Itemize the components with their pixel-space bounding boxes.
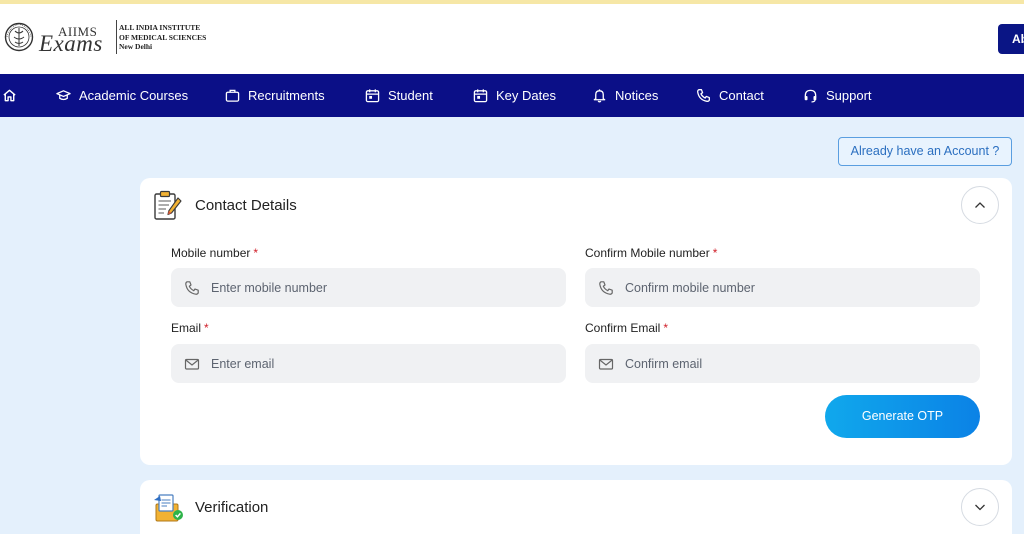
generate-otp-button[interactable]: Generate OTP xyxy=(825,395,980,438)
email-label: Email * xyxy=(171,321,209,335)
nav-label: Key Dates xyxy=(496,88,556,103)
calendar-check-icon xyxy=(473,89,488,103)
confirm-email-label: Confirm Email * xyxy=(585,321,668,335)
verification-title: Verification xyxy=(195,499,269,516)
mobile-number-field[interactable] xyxy=(171,268,566,307)
contact-details-title: Contact Details xyxy=(195,197,297,214)
nav-academic-courses[interactable]: Academic Courses xyxy=(56,74,188,117)
confirm-mobile-number-field[interactable] xyxy=(585,268,980,307)
contact-card-collapse-button[interactable] xyxy=(961,186,999,224)
nav-notices[interactable]: Notices xyxy=(592,74,658,117)
nav-student[interactable]: Student xyxy=(365,74,433,117)
nav-label: Notices xyxy=(615,88,659,103)
home-icon xyxy=(3,89,16,102)
email-field[interactable] xyxy=(171,344,566,383)
mobile-number-input[interactable] xyxy=(211,280,551,295)
institute-line-3: New Delhi xyxy=(119,42,153,51)
bell-icon xyxy=(593,89,606,103)
already-have-account-button[interactable]: Already have an Account ? xyxy=(838,137,1012,166)
required-asterisk: * xyxy=(253,246,259,260)
confirm-email-input[interactable] xyxy=(625,356,965,371)
nav-key-dates[interactable]: Key Dates xyxy=(473,74,556,117)
email-label-text: Email xyxy=(171,321,202,335)
mobile-number-label: Mobile number * xyxy=(171,246,258,260)
mail-icon xyxy=(184,358,200,370)
verification-card: Verification xyxy=(140,480,1012,534)
confirm-email-field[interactable] xyxy=(585,344,980,383)
nav-label: Academic Courses xyxy=(79,88,189,103)
institute-line-2: OF MEDICAL SCIENCES xyxy=(119,32,207,42)
required-asterisk: * xyxy=(663,321,669,335)
confirm-mobile-number-label-text: Confirm Mobile number xyxy=(585,246,710,260)
clipboard-pencil-icon xyxy=(154,190,182,220)
document-check-icon xyxy=(154,494,183,522)
phone-icon xyxy=(697,89,710,102)
chevron-up-icon xyxy=(975,202,985,208)
header-about-button[interactable]: Ab xyxy=(998,24,1024,54)
mobile-number-label-text: Mobile number xyxy=(171,246,251,260)
aiims-exams-logo[interactable]: AIIMS Exams ALL INDIA INSTITUTE OF MEDIC… xyxy=(4,20,214,60)
confirm-mobile-number-label: Confirm Mobile number * xyxy=(585,246,717,260)
nav-label: Student xyxy=(388,88,433,103)
nav-label: Recruitments xyxy=(248,88,325,103)
institute-name: ALL INDIA INSTITUTE OF MEDICAL SCIENCES … xyxy=(119,23,206,52)
verification-card-expand-button[interactable] xyxy=(961,488,999,526)
headset-icon xyxy=(804,89,817,103)
chevron-down-icon xyxy=(975,504,985,511)
institute-line-1: ALL INDIA INSTITUTE xyxy=(119,23,201,32)
required-asterisk: * xyxy=(204,321,209,335)
confirm-mobile-number-input[interactable] xyxy=(625,280,965,295)
nav-home[interactable] xyxy=(2,74,17,117)
required-asterisk: * xyxy=(712,246,718,260)
nav-recruitments[interactable]: Recruitments xyxy=(225,74,325,117)
site-header: AIIMS Exams ALL INDIA INSTITUTE OF MEDIC… xyxy=(0,4,1024,74)
briefcase-icon xyxy=(225,89,240,102)
calendar-icon xyxy=(365,89,380,103)
confirm-email-label-text: Confirm Email xyxy=(585,321,661,335)
logo-wordmark: AIIMS Exams xyxy=(36,20,116,56)
email-input[interactable] xyxy=(211,356,551,371)
contact-details-card: Contact Details Mobile number* Confirm M… xyxy=(140,178,1012,465)
nav-label: Support xyxy=(826,88,872,103)
logo-divider xyxy=(116,20,117,54)
logo-exams-text: Exams xyxy=(39,31,103,56)
phone-icon xyxy=(185,280,199,295)
graduation-cap-icon xyxy=(56,90,71,101)
nav-contact[interactable]: Contact xyxy=(696,74,764,117)
aiims-emblem-icon xyxy=(4,22,34,52)
mail-icon xyxy=(598,358,614,370)
phone-icon xyxy=(599,280,613,295)
nav-label: Contact xyxy=(719,88,764,103)
main-navbar: Academic Courses Recruitments Student Ke… xyxy=(0,74,1024,117)
nav-support[interactable]: Support xyxy=(803,74,872,117)
